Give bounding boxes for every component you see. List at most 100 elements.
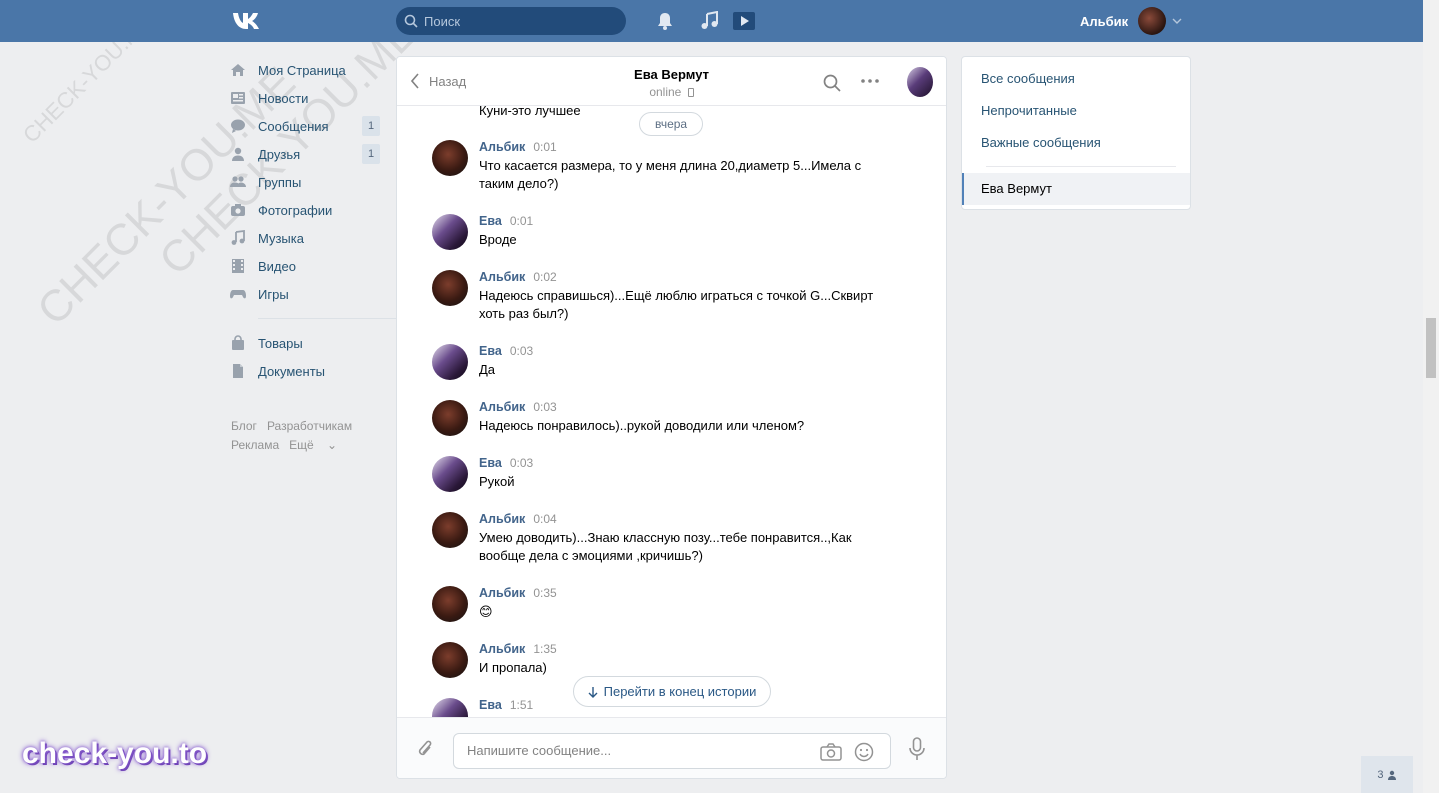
sidebar-item-label: Видео (258, 258, 296, 274)
avatar[interactable] (432, 456, 468, 492)
mobile-phone-icon (687, 88, 694, 97)
message-input-box[interactable] (453, 733, 891, 769)
microphone-icon[interactable] (909, 737, 925, 761)
message-time: 1:35 (533, 642, 557, 656)
left-sidebar: Моя Страница Новости Сообщения 1 Друзья … (230, 56, 400, 385)
sidebar-item-news[interactable]: Новости (230, 84, 380, 112)
more-options-icon[interactable] (861, 79, 879, 83)
camera-icon[interactable] (820, 743, 842, 761)
message-author[interactable]: Ева 0:01 (479, 214, 533, 228)
avatar[interactable] (432, 214, 468, 250)
bell-icon[interactable] (654, 11, 676, 31)
message-text: Вроде (479, 232, 517, 247)
sidebar-item-video[interactable]: Видео (230, 252, 380, 280)
sidebar-item-friends[interactable]: Друзья 1 (230, 140, 380, 168)
camera-icon (230, 202, 246, 218)
avatar[interactable] (1138, 7, 1167, 35)
message-time: 0:03 (509, 344, 534, 358)
paperclip-icon[interactable] (416, 738, 434, 760)
message-text: Рукой (479, 474, 515, 489)
user-name: Альбик (1080, 13, 1129, 29)
message-author[interactable]: Ева 1:51 (479, 698, 533, 712)
sidebar-item-label: Новости (258, 90, 309, 106)
sidebar-item-label: Друзья (258, 146, 301, 162)
footer-link-ads[interactable]: Реклама (231, 438, 279, 452)
message-time: 1:51 (509, 698, 534, 712)
play-icon[interactable] (732, 11, 756, 31)
group-icon (230, 174, 246, 190)
sidebar-footer-links: Блог Разработчикам Реклама Ещё ⌄ (231, 417, 362, 455)
message-text: Надеюсь понравилось)..рукой доводили или… (479, 418, 805, 433)
message-author[interactable]: Альбик 0:01 (479, 140, 557, 154)
sidebar-item-label: Документы (258, 363, 326, 379)
sidebar-item-my-page[interactable]: Моя Страница (230, 56, 380, 84)
message-input[interactable] (467, 743, 807, 758)
search-icon[interactable] (823, 74, 841, 92)
message-author[interactable]: Альбик 1:35 (479, 642, 557, 656)
sidebar-item-documents[interactable]: Документы (230, 357, 380, 385)
page-scrollbar[interactable] (1423, 0, 1439, 793)
music-icon (230, 230, 246, 246)
message-time: 0:02 (533, 270, 557, 284)
avatar[interactable] (432, 140, 468, 176)
message-text: И пропала) (479, 660, 547, 675)
footer-link-more[interactable]: Ещё ⌄ (289, 438, 347, 452)
footer-link-developers[interactable]: Разработчикам (267, 419, 352, 433)
message-history[interactable]: Куни-это лучшее вчера Альбик 0:01 Что кас… (397, 106, 946, 717)
sidebar-item-messages[interactable]: Сообщения 1 (230, 112, 380, 140)
date-divider-pill: вчера (639, 112, 704, 136)
sidebar-item-label: Музыка (258, 230, 304, 246)
message-text: Куни-это лучшее (479, 106, 581, 118)
avatar[interactable] (432, 586, 468, 622)
chat-window: Назад Ева Вермут online Куни-это лучшее … (396, 56, 947, 779)
friend-requests-badge: 1 (362, 144, 380, 164)
message-time: 0:01 (533, 140, 557, 154)
avatar[interactable] (432, 270, 468, 306)
message-author[interactable]: Альбик 0:35 (479, 586, 557, 600)
avatar[interactable] (432, 698, 468, 717)
sidebar-item-goods[interactable]: Товары (230, 329, 380, 357)
emoji-icon[interactable] (854, 742, 874, 762)
sidebar-item-groups[interactable]: Группы (230, 168, 380, 196)
sidebar-item-label: Товары (258, 335, 303, 351)
active-dialog-item[interactable]: Ева Вермут (962, 173, 1190, 205)
search-box[interactable] (396, 7, 626, 35)
sidebar-item-photos[interactable]: Фотографии (230, 196, 380, 224)
message-author[interactable]: Альбик 0:04 (479, 512, 557, 526)
online-friends-button[interactable]: 3 (1361, 756, 1413, 793)
filter-important[interactable]: Важные сообщения (981, 135, 1101, 150)
top-navigation-bar: Альбик (0, 0, 1423, 42)
filter-all-messages[interactable]: Все сообщения (981, 71, 1075, 86)
person-icon (230, 146, 246, 162)
avatar[interactable] (432, 400, 468, 436)
sidebar-item-music[interactable]: Музыка (230, 224, 380, 252)
gamepad-icon (230, 286, 246, 302)
sidebar-item-label: Фотографии (258, 202, 333, 218)
avatar[interactable] (907, 67, 933, 97)
sidebar-item-label: Группы (258, 174, 302, 190)
sidebar-item-games[interactable]: Игры (230, 280, 380, 308)
search-input[interactable] (424, 13, 614, 29)
message-author[interactable]: Альбик 0:02 (479, 270, 557, 284)
chat-status: online (397, 85, 946, 99)
jump-to-end-button[interactable]: Перейти в конец истории (573, 676, 771, 707)
avatar[interactable] (432, 642, 468, 678)
music-note-icon[interactable] (699, 11, 721, 31)
avatar[interactable] (432, 344, 468, 380)
unread-count-badge: 1 (362, 116, 380, 136)
message-author[interactable]: Ева 0:03 (479, 344, 533, 358)
footer-link-blog[interactable]: Блог (231, 419, 257, 433)
message-author[interactable]: Ева 0:03 (479, 456, 533, 470)
chevron-down-icon (1172, 18, 1182, 24)
user-menu[interactable]: Альбик (1080, 6, 1182, 36)
message-text: Да (479, 362, 496, 377)
filter-unread[interactable]: Непрочитанные (981, 103, 1077, 118)
vk-logo-icon[interactable] (231, 10, 265, 32)
arrow-down-icon (588, 686, 598, 698)
sidebar-divider (258, 318, 400, 319)
scrollbar-thumb[interactable] (1426, 318, 1436, 378)
panel-divider (986, 166, 1176, 167)
message-author[interactable]: Альбик 0:03 (479, 400, 557, 414)
avatar[interactable] (432, 512, 468, 548)
search-icon (404, 14, 418, 28)
